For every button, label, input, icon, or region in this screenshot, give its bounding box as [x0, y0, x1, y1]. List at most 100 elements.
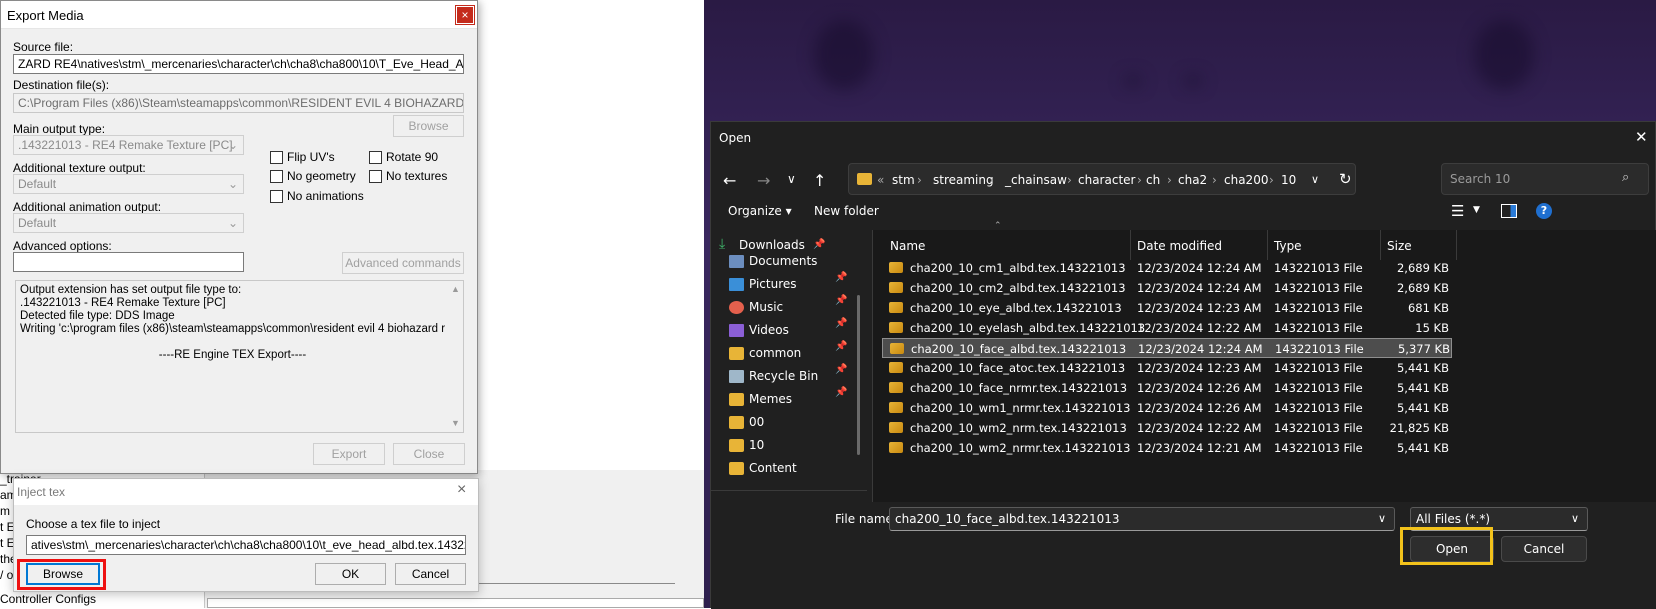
advanced-options-input[interactable] [13, 252, 244, 272]
flip-uvs-checkbox[interactable]: Flip UV's [270, 150, 335, 164]
nav-item-pictures[interactable]: Pictures [729, 277, 797, 291]
file-row[interactable]: cha200_10_face_nrmr.tex.143221013 12/23/2… [882, 378, 1452, 398]
chevron-down-icon[interactable]: ∨ [1571, 508, 1579, 530]
chevron-right-icon: › [1212, 173, 1217, 187]
column-header-date[interactable]: Date modified [1137, 239, 1222, 253]
file-name: cha200_10_face_albd.tex.143221013 [911, 342, 1127, 356]
nav-items: Documents Pictures Music Videos common R… [711, 230, 867, 530]
nav-item-memes[interactable]: Memes [729, 392, 792, 406]
breadcrumb-item[interactable]: cha2 [1178, 173, 1207, 187]
overflow-icon[interactable]: « [877, 173, 884, 187]
view-options-icon[interactable]: ☰ [1451, 202, 1464, 220]
breadcrumb-item[interactable]: character [1078, 173, 1135, 187]
scroll-up-icon[interactable]: ▲ [451, 283, 460, 296]
advanced-commands-button[interactable]: Advanced commands [342, 252, 464, 274]
column-header-name[interactable]: Name [890, 239, 925, 253]
scroll-down-icon[interactable]: ▼ [451, 417, 460, 430]
additional-texture-select[interactable]: Default ⌄ [13, 174, 244, 194]
organize-menu[interactable]: Organize ▾ [728, 204, 792, 218]
recent-locations-icon[interactable]: ∨ [787, 172, 796, 186]
column-header-size[interactable]: Size [1387, 239, 1412, 253]
file-row[interactable]: cha200_10_wm2_nrm.tex.143221013 12/23/202… [882, 418, 1452, 438]
file-type: 143221013 File [1274, 321, 1363, 335]
close-button[interactable]: Close [393, 443, 465, 465]
no-animations-checkbox[interactable]: No animations [270, 189, 364, 203]
file-date: 12/23/2024 12:24 AM [1138, 342, 1263, 356]
no-textures-checkbox[interactable]: No textures [369, 169, 447, 183]
ok-button[interactable]: OK [315, 563, 386, 585]
log-scrollbar[interactable]: ▲ ▼ [447, 281, 463, 432]
address-bar[interactable]: « stm › streaming › _chainsaw › characte… [848, 163, 1356, 195]
nav-item-00[interactable]: 00 [729, 415, 764, 429]
file-row[interactable]: cha200_10_cm2_albd.tex.143221013 12/23/20… [882, 278, 1452, 298]
cancel-button[interactable]: Cancel [1501, 536, 1587, 562]
file-name-value: cha200_10_face_albd.tex.143221013 [895, 512, 1120, 526]
main-output-label: Main output type: [13, 122, 106, 136]
breadcrumb-item[interactable]: _chainsaw [1005, 173, 1067, 187]
nav-scrollbar[interactable] [857, 295, 860, 455]
preview-pane-icon[interactable] [1501, 204, 1517, 218]
nav-item-content[interactable]: Content [729, 461, 797, 475]
column-header-type[interactable]: Type [1274, 239, 1302, 253]
nav-item-recycle-bin[interactable]: Recycle Bin [729, 369, 818, 383]
file-name-input[interactable]: cha200_10_face_albd.tex.143221013 ∨ [889, 507, 1395, 531]
dialog-title: Inject tex [17, 485, 66, 499]
chevron-down-icon: ⌄ [227, 216, 238, 230]
file-row[interactable]: cha200_10_eye_albd.tex.143221013 12/23/20… [882, 298, 1452, 318]
file-row[interactable]: cha200_10_face_albd.tex.143221013 12/23/2… [882, 338, 1452, 358]
breadcrumb-item[interactable]: cha200 [1224, 173, 1268, 187]
music-icon [729, 301, 744, 314]
chevron-right-icon: › [1167, 173, 1172, 187]
file-size: 681 KB [1407, 301, 1449, 315]
inject-path-field[interactable]: atives\stm\_mercenaries\character\ch\cha… [26, 535, 466, 555]
sort-up-icon: ⌃ [994, 221, 1002, 231]
forward-arrow-icon[interactable]: → [757, 171, 770, 190]
file-icon [889, 322, 903, 333]
export-button[interactable]: Export [313, 443, 385, 465]
breadcrumb-item[interactable]: ch [1146, 173, 1160, 187]
main-output-select[interactable]: .143221013 - RE4 Remake Texture [PC] ⌄ [13, 135, 244, 155]
breadcrumb-item[interactable]: 10 [1281, 173, 1296, 187]
chevron-right-icon: › [1137, 173, 1142, 187]
nav-item-videos[interactable]: Videos [729, 323, 789, 337]
nav-item-music[interactable]: Music [729, 300, 783, 314]
file-row[interactable]: cha200_10_wm1_nrmr.tex.143221013 12/23/20… [882, 398, 1452, 418]
cancel-button[interactable]: Cancel [395, 563, 466, 585]
close-icon[interactable]: × [457, 481, 466, 499]
breadcrumb-item[interactable]: streaming [933, 173, 994, 187]
log-line: ----RE Engine TEX Export---- [158, 349, 307, 361]
folder-icon [729, 462, 744, 475]
dialog-title: Export Media [7, 8, 84, 23]
file-row[interactable]: cha200_10_cm1_albd.tex.143221013 12/23/20… [882, 258, 1452, 278]
file-name: cha200_10_wm1_nrmr.tex.143221013 [910, 401, 1131, 415]
source-file-field[interactable]: ZARD RE4\natives\stm\_mercenaries\charac… [13, 54, 464, 74]
destination-browse-button[interactable]: Browse [393, 115, 464, 137]
up-arrow-icon[interactable]: ↑ [813, 171, 826, 190]
new-folder-button[interactable]: New folder [814, 204, 879, 218]
nav-item-10[interactable]: 10 [729, 438, 764, 452]
nav-item-label: common [749, 346, 802, 360]
file-row[interactable]: cha200_10_wm2_nrmr.tex.143221013 12/23/20… [882, 438, 1452, 458]
close-icon[interactable]: ✕ [1635, 128, 1648, 146]
image-shadow [1184, 75, 1202, 87]
close-icon[interactable]: × [456, 6, 474, 24]
file-row[interactable]: cha200_10_face_atoc.tex.143221013 12/23/2… [882, 358, 1452, 378]
destination-file-field[interactable]: C:\Program Files (x86)\Steam\steamapps\c… [13, 93, 464, 113]
chevron-down-icon[interactable]: ∨ [1378, 508, 1386, 530]
additional-animation-select[interactable]: Default ⌄ [13, 213, 244, 233]
help-icon[interactable]: ? [1536, 203, 1552, 219]
no-geometry-checkbox[interactable]: No geometry [270, 169, 356, 183]
file-size: 2,689 KB [1396, 281, 1449, 295]
back-arrow-icon[interactable]: ← [723, 171, 736, 190]
chevron-down-icon[interactable]: ▼ [1473, 205, 1480, 215]
search-placeholder: Search 10 [1450, 172, 1511, 186]
search-input[interactable]: Search 10 ⌕ [1441, 163, 1649, 195]
nav-item-documents[interactable]: Documents [729, 254, 817, 268]
nav-item-common[interactable]: common [729, 346, 802, 360]
chevron-down-icon[interactable]: ∨ [1311, 173, 1319, 186]
log-line: Writing 'c:\program files (x86)\steam\st… [20, 323, 445, 335]
breadcrumb-item[interactable]: stm [892, 173, 915, 187]
file-row[interactable]: cha200_10_eyelash_albd.tex.143221013 12/2… [882, 318, 1452, 338]
refresh-icon[interactable]: ↻ [1339, 170, 1352, 188]
rotate-90-checkbox[interactable]: Rotate 90 [369, 150, 438, 164]
